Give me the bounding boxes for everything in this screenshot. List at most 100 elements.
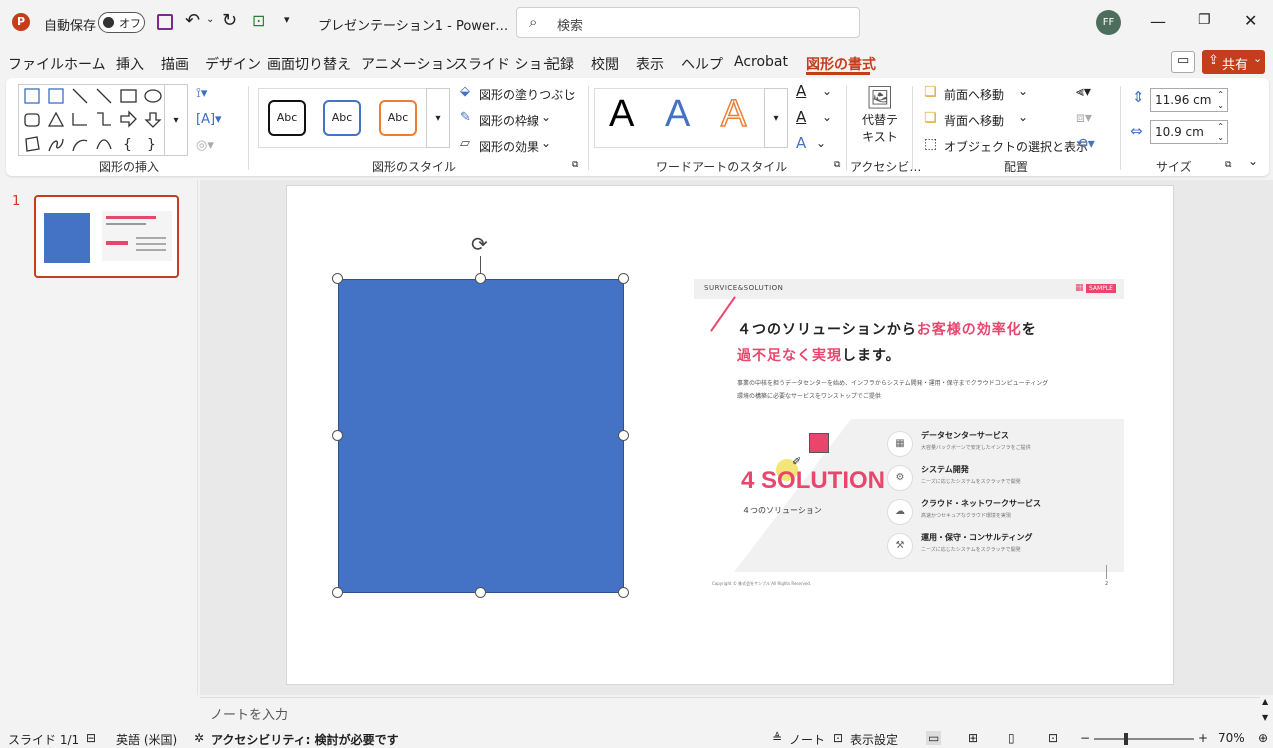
send-backward-button[interactable]: 背面へ移動 <box>944 112 1004 129</box>
shape-fill-button[interactable]: 図形の塗りつぶし <box>479 86 575 103</box>
separator <box>912 86 913 170</box>
wordart-sample-orange[interactable]: A <box>720 92 747 136</box>
zoom-level[interactable]: 70% <box>1218 731 1245 745</box>
shape-effects-button[interactable]: 図形の効果 <box>479 138 539 155</box>
text-effects-icon[interactable]: A <box>796 134 806 152</box>
zoom-slider-thumb[interactable] <box>1124 733 1128 745</box>
close-icon[interactable]: ✕ <box>1244 11 1257 30</box>
bring-forward-button[interactable]: 前面へ移動 <box>944 86 1004 103</box>
dialog-launcher-icon[interactable]: ⧉ <box>834 160 840 170</box>
zoom-slider[interactable] <box>1094 733 1194 745</box>
resize-handle-n[interactable] <box>475 273 486 284</box>
slide-thumbnail[interactable] <box>34 195 179 278</box>
notes-pane[interactable]: ノートを入力 <box>200 697 1260 726</box>
slide[interactable]: ⟳ SURVICE&SOLUTION ▦ SAMPLE ４つのソリューションから… <box>286 185 1174 685</box>
resize-handle-ne[interactable] <box>618 273 629 284</box>
tab-view[interactable]: 表示 <box>636 54 664 74</box>
resize-handle-nw[interactable] <box>332 273 343 284</box>
tab-draw[interactable]: 描画 <box>161 54 189 74</box>
user-avatar[interactable]: FF <box>1096 10 1121 35</box>
search-box[interactable]: ⌕ 検索 <box>516 7 860 38</box>
tab-acrobat[interactable]: Acrobat <box>734 54 788 70</box>
tab-shape-format[interactable]: 図形の書式 <box>806 54 876 74</box>
share-button[interactable]: ⇪ 共有 ⌄ <box>1202 50 1265 74</box>
tab-review[interactable]: 校閲 <box>591 54 619 74</box>
resize-handle-s[interactable] <box>475 587 486 598</box>
height-input[interactable]: 11.96 cm ⌃ ⌄ <box>1150 88 1228 112</box>
vertical-scrollbar[interactable]: ▲ ▼ <box>1260 697 1273 727</box>
redo-icon[interactable]: ↻ <box>222 10 237 31</box>
tab-animations[interactable]: アニメーション <box>361 54 458 74</box>
wordart-sample-black[interactable]: A <box>609 93 634 136</box>
bring-forward-icon[interactable]: ❏ <box>924 84 937 100</box>
spellcheck-icon[interactable]: ⊟ <box>86 731 96 745</box>
restore-icon[interactable]: ❐ <box>1198 12 1211 28</box>
present-icon[interactable]: ⊡ <box>252 11 265 30</box>
tab-insert[interactable]: 挿入 <box>116 54 144 74</box>
tab-transitions[interactable]: 画面切り替え <box>267 54 351 74</box>
scroll-down-icon[interactable]: ▼ <box>1262 713 1268 722</box>
pasted-slide-image[interactable]: SURVICE&SOLUTION ▦ SAMPLE ４つのソリューションからお客… <box>694 279 1124 591</box>
resize-handle-sw[interactable] <box>332 587 343 598</box>
textbox-insert-icon[interactable]: [A]▾ <box>196 112 222 127</box>
scroll-up-icon[interactable]: ▲ <box>1262 697 1268 706</box>
autosave-toggle[interactable]: オフ <box>98 12 145 33</box>
selection-pane-icon[interactable]: ⬚ <box>924 136 937 152</box>
selection-pane-button[interactable]: オブジェクトの選択と表示 <box>944 138 1088 155</box>
style-sample-1[interactable]: Abc <box>268 100 306 136</box>
tab-record[interactable]: 記録 <box>546 54 574 74</box>
chevron-down-icon[interactable]: ⌄ <box>206 14 214 25</box>
text-outline-icon[interactable]: A <box>796 108 806 126</box>
language-status[interactable]: 英語 (米国) <box>116 731 177 748</box>
alt-text-button[interactable]: 🖼 代替テ キスト <box>858 86 902 150</box>
style-sample-2[interactable]: Abc <box>323 100 361 136</box>
effects-icon[interactable]: ▱ <box>460 136 470 151</box>
align-icon[interactable]: ⫷▾ <box>1076 84 1091 100</box>
fit-slide-icon[interactable]: ⊕ <box>1258 731 1268 745</box>
zoom-out-icon[interactable]: − <box>1080 731 1090 745</box>
tab-file[interactable]: ファイル <box>8 54 64 74</box>
shape-outline-button[interactable]: 図形の枠線 <box>479 112 539 129</box>
rotate-handle-icon[interactable]: ⟳ <box>471 232 488 256</box>
wordart-sample-blue[interactable]: A <box>665 93 690 136</box>
selected-rectangle-shape[interactable] <box>338 279 624 593</box>
zoom-in-icon[interactable]: + <box>1198 731 1208 745</box>
rotate-icon[interactable]: ⟲▾ <box>1076 136 1095 152</box>
outline-icon[interactable]: ✎ <box>460 110 471 125</box>
customize-toolbar-icon[interactable]: ▾ <box>284 13 290 26</box>
resize-handle-se[interactable] <box>618 587 629 598</box>
comments-button[interactable]: ▭ <box>1171 51 1195 73</box>
tab-design[interactable]: デザイン <box>205 54 261 74</box>
tab-help[interactable]: ヘルプ <box>681 54 723 74</box>
slideshow-view-icon[interactable]: ⊡ <box>1048 731 1058 745</box>
shape-gallery[interactable]: { } <box>18 84 186 156</box>
save-icon[interactable] <box>157 14 173 30</box>
edit-shape-icon[interactable]: ⟟▾ <box>196 86 207 101</box>
width-input[interactable]: 10.9 cm ⌃ ⌄ <box>1150 120 1228 144</box>
accessibility-status[interactable]: アクセシビリティ: 検討が必要です <box>211 731 399 748</box>
resize-handle-w[interactable] <box>332 430 343 441</box>
tab-home[interactable]: ホーム <box>64 54 106 74</box>
normal-view-icon[interactable]: ▭ <box>926 731 942 745</box>
text-fill-icon[interactable]: A <box>796 82 806 100</box>
fill-icon[interactable]: ⬙ <box>460 84 470 99</box>
dialog-launcher-icon[interactable]: ⧉ <box>572 160 578 170</box>
style-sample-3[interactable]: Abc <box>379 100 417 136</box>
send-backward-icon[interactable]: ❏ <box>924 110 937 126</box>
collapse-ribbon-icon[interactable]: ⌄ <box>1248 154 1258 168</box>
undo-icon[interactable]: ↶ <box>185 10 200 31</box>
notes-button[interactable]: ノート <box>789 731 825 748</box>
display-settings-button[interactable]: 表示設定 <box>850 731 898 748</box>
shape-gallery-more[interactable]: ▾ <box>164 84 188 156</box>
style-gallery-more[interactable]: ▾ <box>426 88 450 148</box>
reading-view-icon[interactable]: ▯ <box>1008 731 1015 745</box>
spinner-icon[interactable]: ⌃ ⌄ <box>1217 121 1224 143</box>
slide-sorter-icon[interactable]: ⊞ <box>968 731 978 745</box>
dialog-launcher-icon[interactable]: ⧉ <box>1225 160 1231 170</box>
spinner-icon[interactable]: ⌃ ⌄ <box>1217 89 1224 111</box>
tab-slideshow[interactable]: スライド ショー <box>454 54 556 74</box>
minimize-icon[interactable]: — <box>1150 12 1166 31</box>
wordart-gallery-more[interactable]: ▾ <box>764 88 788 148</box>
elbow-arrow-icon <box>97 112 111 126</box>
resize-handle-e[interactable] <box>618 430 629 441</box>
